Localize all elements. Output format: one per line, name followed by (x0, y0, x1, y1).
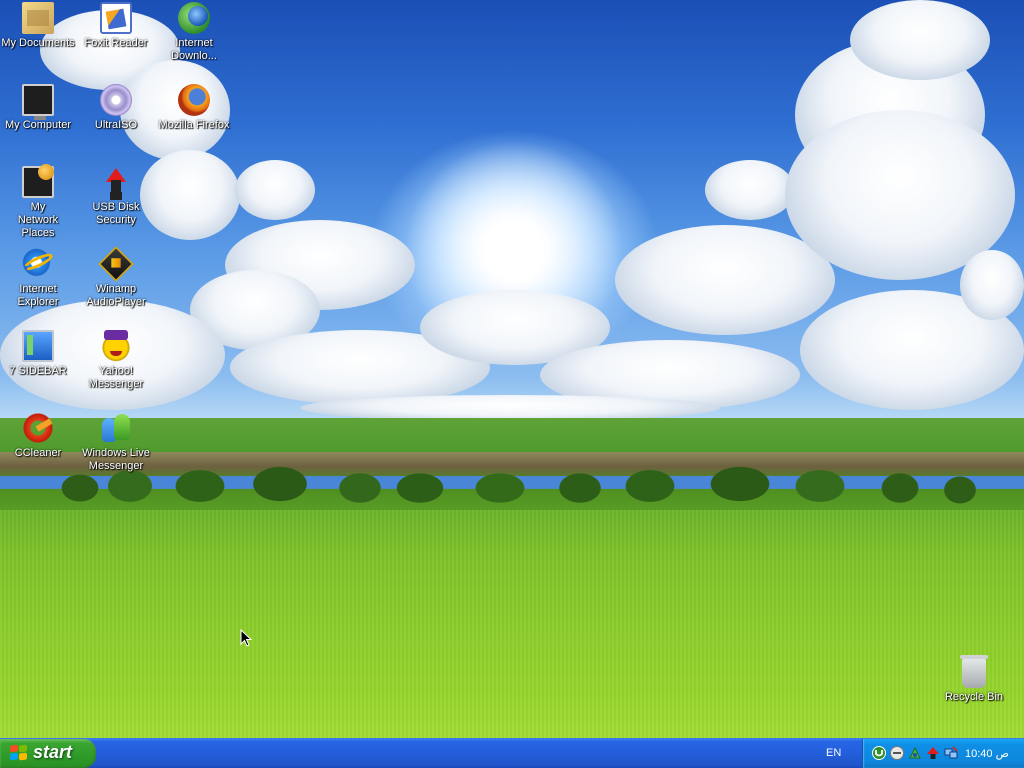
desktop-icon-ccleaner[interactable]: CCleaner (0, 412, 76, 460)
mouse-cursor-icon (240, 629, 252, 647)
clock[interactable]: 10:40 ص (965, 747, 1009, 760)
desktop-icon-label: Yahoo! Messenger (88, 365, 144, 390)
desktop-icon-windows-live-messenger[interactable]: Windows Live Messenger (78, 412, 154, 473)
ultraiso-disc-icon (100, 84, 132, 116)
start-button[interactable]: start (0, 739, 96, 768)
language-indicator[interactable]: EN (826, 747, 841, 759)
wallpaper-cloud (960, 250, 1024, 320)
computer-icon (22, 84, 54, 120)
desktop-icon-ultraiso[interactable]: UltraISO (78, 84, 154, 132)
system-tray: 10:40 ص (862, 739, 1024, 768)
desktop-icon-label: UltraISO (94, 119, 138, 131)
wallpaper-cloud (850, 0, 990, 80)
desktop-icon-my-computer[interactable]: My Computer (0, 84, 76, 132)
desktop-icon-yahoo-messenger[interactable]: Yahoo! Messenger (78, 330, 154, 391)
desktop-icon-label: Internet Downlo... (171, 37, 217, 62)
desktop-icon-label: My Network Places (17, 201, 59, 239)
windows-logo-icon (10, 744, 28, 762)
desktop-icon-my-documents[interactable]: My Documents (0, 2, 76, 50)
desktop-icon-label: Recycle Bin (944, 691, 1004, 703)
desktop-icon-label: My Computer (4, 119, 72, 131)
volume-icon[interactable] (890, 746, 904, 760)
desktop-icon-label: Winamp AudioPlayer (86, 283, 146, 308)
network-icon[interactable] (908, 746, 922, 760)
network-activity-icon[interactable] (944, 746, 958, 760)
wallpaper-cloud (705, 160, 795, 220)
desktop-icon-usb-disk-security[interactable]: USB Disk Security (78, 166, 154, 227)
internet-explorer-icon (22, 248, 54, 280)
yahoo-messenger-icon (100, 330, 132, 362)
desktop-icon-label: USB Disk Security (92, 201, 140, 226)
wallpaper-cloud (140, 150, 240, 240)
ccleaner-icon (22, 412, 54, 444)
network-places-icon (22, 164, 54, 198)
desktop-icon-internet-explorer[interactable]: Internet Explorer (0, 248, 76, 309)
desktop-icon-foxit-reader[interactable]: Foxit Reader (78, 2, 154, 50)
sidebar-icon (22, 330, 54, 362)
desktop-icon-7-sidebar[interactable]: 7 SIDEBAR (0, 330, 76, 378)
folder-documents-icon (22, 2, 54, 34)
usb-disk-security-icon (100, 166, 132, 198)
recycle-bin-icon (960, 655, 988, 688)
desktop-icon-mozilla-firefox[interactable]: Mozilla Firefox (156, 84, 232, 132)
desktop-icon-label: My Documents (1, 37, 75, 49)
utorrent-icon[interactable] (872, 746, 886, 760)
wallpaper-cloud (615, 225, 835, 335)
desktop-icon-label: Mozilla Firefox (158, 119, 230, 131)
wallpaper-cloud (235, 160, 315, 220)
start-label: start (33, 742, 73, 762)
desktop-icon-winamp[interactable]: Winamp AudioPlayer (78, 246, 154, 309)
desktop-icon-my-network-places[interactable]: My Network Places (0, 164, 76, 240)
desktop-icon-label: 7 SIDEBAR (9, 365, 67, 377)
foxit-reader-icon (100, 2, 132, 34)
desktop-icon-label: Internet Explorer (17, 283, 59, 308)
taskbar: start EN 10:40 ص (0, 738, 1024, 768)
wallpaper-grass-texture (0, 510, 1024, 738)
internet-download-manager-icon (178, 2, 210, 34)
usb-security-icon[interactable] (926, 746, 940, 760)
desktop-icon-recycle-bin[interactable]: Recycle Bin (936, 655, 1012, 704)
winamp-icon (98, 246, 134, 282)
desktop-icon-internet-download-manager[interactable]: Internet Downlo... (156, 2, 232, 63)
desktop-icon-label: Foxit Reader (84, 37, 148, 49)
windows-live-messenger-icon (100, 412, 132, 444)
firefox-icon (178, 84, 210, 116)
desktop[interactable]: My Documents Foxit Reader Internet Downl… (0, 0, 1024, 738)
desktop-icon-label: CCleaner (14, 447, 62, 459)
desktop-icon-label: Windows Live Messenger (82, 447, 150, 472)
